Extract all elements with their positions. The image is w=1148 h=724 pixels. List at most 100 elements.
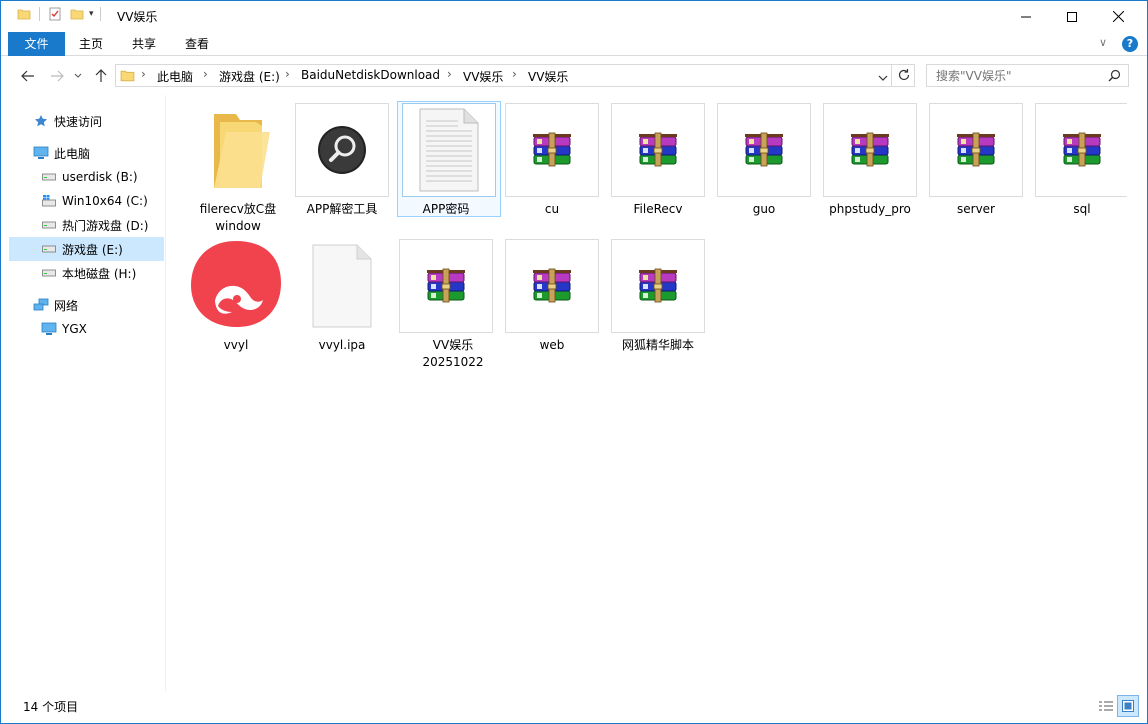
minimize-button[interactable]	[1003, 1, 1049, 32]
rar-archive-icon	[929, 103, 1023, 197]
breadcrumb-item[interactable]: 此电脑	[157, 68, 193, 85]
file-label: guo	[752, 202, 776, 216]
file-label: APP密码	[422, 202, 470, 216]
file-item[interactable]: phpstudy_pro	[821, 101, 919, 231]
tab-file[interactable]: 文件	[8, 32, 65, 56]
address-bar[interactable]: › 此电脑 › 游戏盘 (E:) › BaiduNetdiskDownload …	[115, 64, 915, 87]
rar-archive-icon	[505, 103, 599, 197]
tab-share[interactable]: 共享	[119, 32, 169, 56]
back-button[interactable]	[18, 66, 38, 86]
sidebar-item-network[interactable]: 网络	[9, 293, 164, 317]
close-button[interactable]	[1095, 1, 1141, 32]
sidebar-item-label: 此电脑	[54, 146, 91, 161]
details-view-button[interactable]	[1095, 695, 1117, 717]
file-item[interactable]: web	[503, 237, 601, 367]
file-item[interactable]: APP密码	[397, 101, 501, 231]
breadcrumb-item[interactable]: 游戏盘 (E:)	[219, 68, 280, 85]
file-item[interactable]: filerecv放C盘window	[189, 101, 287, 233]
rar-archive-icon	[717, 103, 811, 197]
forward-button[interactable]	[47, 66, 67, 86]
file-label: server	[957, 202, 995, 216]
maximize-button[interactable]	[1049, 1, 1095, 32]
rar-archive-icon	[505, 239, 599, 333]
divider	[39, 7, 40, 21]
app-icon	[189, 239, 283, 333]
file-label: APP解密工具	[306, 202, 378, 216]
file-label: VV娱乐20251022	[422, 338, 484, 369]
customize-dropdown-icon[interactable]: ▾	[89, 9, 94, 19]
file-item[interactable]: VV娱乐20251022	[397, 237, 495, 369]
file-label: cu	[544, 202, 560, 216]
sidebar-item-label: 网络	[54, 298, 79, 313]
file-label: sql	[1073, 202, 1091, 216]
search-icon[interactable]	[1108, 69, 1121, 85]
file-item[interactable]: server	[927, 101, 1025, 231]
sidebar-item-drive-h[interactable]: 本地磁盘 (H:)	[9, 261, 164, 285]
sidebar-item-label: 本地磁盘 (H:)	[62, 266, 137, 281]
sidebar-item-label: userdisk (B:)	[62, 170, 138, 184]
help-icon[interactable]: ?	[1122, 36, 1138, 52]
drive-icon	[41, 169, 57, 185]
drive-icon	[41, 217, 57, 233]
ribbon: 文件 主页 共享 查看 ∨ ?	[1, 32, 1147, 56]
sidebar-item-label: 游戏盘 (E:)	[62, 242, 123, 257]
new-folder-icon[interactable]	[70, 7, 84, 21]
recent-locations-icon[interactable]	[68, 66, 88, 86]
properties-icon[interactable]	[48, 7, 62, 21]
sidebar-item-drive-c[interactable]: Win10x64 (C:)	[9, 189, 164, 213]
breadcrumb-item[interactable]: VV娱乐	[528, 68, 568, 85]
file-item[interactable]: sql	[1033, 101, 1131, 231]
monitor-icon	[41, 321, 57, 337]
refresh-icon[interactable]	[897, 68, 911, 85]
breadcrumb-separator[interactable]: ›	[141, 67, 146, 81]
folder-icon	[120, 68, 135, 86]
file-item[interactable]: vvyl	[187, 237, 285, 367]
file-item[interactable]: cu	[503, 101, 601, 231]
breadcrumb-item[interactable]: BaiduNetdiskDownload	[301, 68, 440, 82]
item-count: 14 个项目	[23, 700, 79, 714]
title-bar: ▾ VV娱乐	[1, 1, 1147, 32]
up-button[interactable]	[91, 66, 111, 86]
sidebar-item-ygx[interactable]: YGX	[9, 317, 164, 341]
file-label: vvyl	[223, 338, 249, 352]
tab-home[interactable]: 主页	[67, 32, 115, 56]
drive-icon	[41, 265, 57, 281]
breadcrumb-item[interactable]: VV娱乐	[463, 68, 503, 85]
search-input[interactable]	[927, 65, 1097, 86]
sidebar-item-quick-access[interactable]: 快速访问	[9, 109, 164, 133]
sidebar-item-drive-b[interactable]: userdisk (B:)	[9, 165, 164, 189]
breadcrumb-separator[interactable]: ›	[447, 67, 452, 81]
large-icons-view-button[interactable]	[1117, 695, 1139, 717]
breadcrumb-separator[interactable]: ›	[203, 67, 208, 81]
rar-archive-icon	[823, 103, 917, 197]
tab-view[interactable]: 查看	[173, 32, 221, 56]
sidebar-item-drive-e[interactable]: 游戏盘 (E:)	[9, 237, 164, 261]
file-item[interactable]: vvyl.ipa	[293, 237, 391, 367]
expand-ribbon-icon[interactable]: ∨	[1099, 36, 1107, 49]
chevron-down-icon[interactable]	[878, 71, 888, 85]
breadcrumb-separator[interactable]: ›	[285, 67, 290, 81]
sidebar-item-label: Win10x64 (C:)	[62, 194, 148, 208]
rar-archive-icon	[611, 239, 705, 333]
breadcrumb-separator[interactable]: ›	[512, 67, 517, 81]
vertical-scrollbar[interactable]	[1127, 95, 1147, 691]
file-item[interactable]: APP解密工具	[293, 101, 391, 231]
computer-icon	[33, 145, 49, 161]
sidebar-item-label: YGX	[62, 322, 87, 336]
divider	[891, 65, 892, 86]
drive-icon	[41, 241, 57, 257]
sidebar-item-this-pc[interactable]: 此电脑	[9, 141, 164, 165]
sidebar-item-drive-d[interactable]: 热门游戏盘 (D:)	[9, 213, 164, 237]
search-box[interactable]	[926, 64, 1129, 87]
file-label: 网狐精华脚本	[621, 338, 694, 352]
file-label: vvyl.ipa	[318, 338, 366, 352]
file-label: filerecv放C盘window	[199, 202, 277, 233]
file-item[interactable]: 网狐精华脚本	[609, 237, 707, 367]
folder-icon	[191, 103, 285, 197]
file-item[interactable]: guo	[715, 101, 813, 231]
divider	[99, 7, 101, 21]
windows-drive-icon	[41, 193, 57, 209]
blank-file-icon	[295, 239, 389, 333]
file-item[interactable]: FileRecv	[609, 101, 707, 231]
address-row: › 此电脑 › 游戏盘 (E:) › BaiduNetdiskDownload …	[1, 56, 1147, 95]
